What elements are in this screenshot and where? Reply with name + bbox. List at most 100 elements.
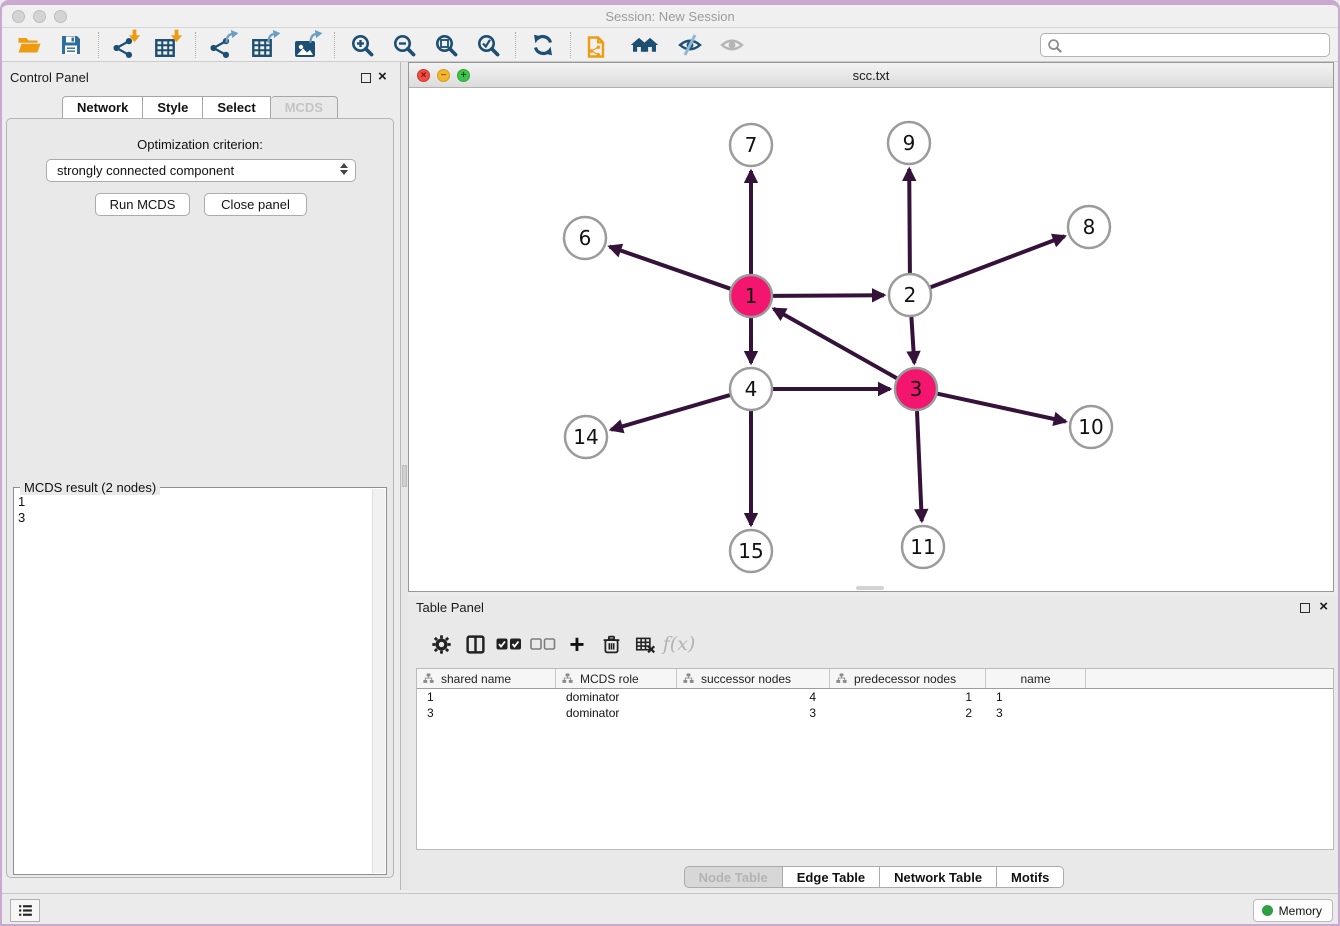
- graph-edge-1-6[interactable]: [610, 247, 731, 289]
- tab-select[interactable]: Select: [203, 96, 270, 119]
- close-panel-icon[interactable]: ×: [378, 68, 387, 86]
- network-window-titlebar[interactable]: × − + scc.txt: [409, 63, 1333, 88]
- graph-node-6[interactable]: 6: [564, 217, 606, 259]
- vertical-splitter[interactable]: [400, 62, 408, 890]
- network-graph[interactable]: 1 2 3 4 6 7 8 9 10 11 14 15: [409, 88, 1333, 591]
- add-column-button[interactable]: +: [560, 629, 594, 659]
- table-cell[interactable]: 2: [830, 706, 986, 720]
- tab-motifs[interactable]: Motifs: [997, 866, 1064, 888]
- home-icon: [641, 36, 659, 54]
- graphics-details-button[interactable]: [675, 31, 705, 59]
- graph-node-14[interactable]: 14: [565, 416, 607, 458]
- graph-node-1[interactable]: 1: [730, 275, 772, 317]
- graph-node-2[interactable]: 2: [889, 274, 931, 316]
- network-canvas[interactable]: 1 2 3 4 6 7 8 9 10 11 14 15: [409, 88, 1333, 591]
- tab-edge-table[interactable]: Edge Table: [783, 866, 880, 888]
- tab-mcds[interactable]: MCDS: [271, 96, 338, 119]
- column-header-shared-name[interactable]: shared name: [417, 669, 556, 688]
- zoom-out-icon: [392, 33, 416, 57]
- network-window-title: scc.txt: [409, 68, 1333, 83]
- mcds-result-line: 1: [18, 494, 370, 510]
- graph-node-4[interactable]: 4: [730, 368, 772, 410]
- column-header-name[interactable]: name: [986, 669, 1086, 688]
- graph-node-3[interactable]: 3: [895, 368, 937, 410]
- graph-edge-1-2[interactable]: [773, 295, 884, 296]
- memory-button[interactable]: Memory: [1253, 899, 1333, 922]
- neighborhood-button[interactable]: [625, 31, 663, 59]
- graph-edge-2-9[interactable]: [909, 169, 910, 273]
- save-floppy-icon: [59, 33, 83, 57]
- horizontal-splitter-grip[interactable]: [856, 586, 884, 590]
- graph-edge-4-14[interactable]: [611, 395, 730, 430]
- table-cell[interactable]: 3: [677, 706, 830, 720]
- open-folder-icon: [17, 33, 41, 57]
- zoom-fit-button[interactable]: [431, 31, 461, 59]
- tab-network-table[interactable]: Network Table: [880, 866, 997, 888]
- delete-column-button[interactable]: [594, 629, 628, 659]
- import-table-button[interactable]: [153, 31, 183, 59]
- column-header-successor-nodes[interactable]: successor nodes: [677, 669, 830, 688]
- zoom-selected-button[interactable]: [473, 31, 503, 59]
- memory-label: Memory: [1279, 904, 1322, 918]
- birdseye-view-button[interactable]: [717, 31, 747, 59]
- table-row[interactable]: 3dominator323: [417, 705, 1333, 721]
- float-panel-icon[interactable]: [361, 73, 371, 83]
- tab-style[interactable]: Style: [143, 96, 203, 119]
- graph-node-9[interactable]: 9: [888, 122, 930, 164]
- table-cell[interactable]: dominator: [556, 690, 677, 704]
- tab-network[interactable]: Network: [62, 96, 143, 119]
- search-field[interactable]: [1040, 33, 1330, 57]
- column-header-predecessor-nodes[interactable]: predecessor nodes: [830, 669, 986, 688]
- task-history-button[interactable]: [10, 899, 40, 922]
- deselect-all-button[interactable]: [526, 629, 560, 659]
- table-cell[interactable]: 3: [417, 706, 556, 720]
- memory-status-dot: [1262, 905, 1273, 916]
- delete-table-button[interactable]: [628, 629, 662, 659]
- table-toolbar: + f(x): [424, 626, 696, 662]
- graph-node-8[interactable]: 8: [1068, 206, 1110, 248]
- float-panel-icon[interactable]: [1300, 603, 1310, 613]
- zoom-in-button[interactable]: [347, 31, 377, 59]
- graph-edge-2-3[interactable]: [911, 317, 914, 363]
- splitter-grip[interactable]: [402, 465, 407, 487]
- zoom-out-button[interactable]: [389, 31, 419, 59]
- table-cell[interactable]: 1: [417, 690, 556, 704]
- search-input[interactable]: [1062, 36, 1329, 54]
- import-network-button[interactable]: [111, 31, 141, 59]
- graph-edge-3-11[interactable]: [917, 411, 922, 521]
- clone-network-button[interactable]: [583, 31, 613, 59]
- tab-node-table[interactable]: Node Table: [684, 866, 783, 888]
- column-header-MCDS-role[interactable]: MCDS role: [556, 669, 677, 688]
- graph-edge-3-1[interactable]: [774, 309, 897, 378]
- checked-boxes-icon: [496, 637, 522, 651]
- close-panel-icon[interactable]: ×: [1319, 598, 1328, 616]
- graph-node-11[interactable]: 11: [902, 526, 944, 568]
- table-cell[interactable]: 1: [830, 690, 986, 704]
- table-row[interactable]: 1dominator411: [417, 689, 1333, 705]
- run-mcds-button[interactable]: Run MCDS: [95, 193, 190, 216]
- mcds-result-box: MCDS result (2 nodes) 13: [13, 487, 387, 875]
- table-settings-button[interactable]: [424, 629, 458, 659]
- table-cell[interactable]: 1: [986, 690, 1086, 704]
- export-network-button[interactable]: [208, 31, 238, 59]
- table-cell[interactable]: 3: [986, 706, 1086, 720]
- graph-node-7[interactable]: 7: [730, 124, 772, 166]
- table-cell[interactable]: dominator: [556, 706, 677, 720]
- save-session-button[interactable]: [56, 31, 86, 59]
- select-all-button[interactable]: [492, 629, 526, 659]
- svg-text:4: 4: [745, 377, 758, 401]
- scrollbar-track[interactable]: [372, 489, 385, 873]
- close-panel-button[interactable]: Close panel: [204, 193, 307, 216]
- graph-edge-3-10[interactable]: [938, 394, 1066, 422]
- export-table-button[interactable]: [250, 31, 280, 59]
- graph-node-15[interactable]: 15: [730, 530, 772, 572]
- open-session-button[interactable]: [14, 31, 44, 59]
- show-columns-button[interactable]: [458, 629, 492, 659]
- table-cell[interactable]: 4: [677, 690, 830, 704]
- graph-edge-2-8[interactable]: [931, 236, 1065, 287]
- export-image-button[interactable]: [292, 31, 322, 59]
- function-builder-button[interactable]: f(x): [662, 629, 696, 659]
- optimization-criterion-select[interactable]: strongly connected component: [46, 159, 356, 182]
- graph-node-10[interactable]: 10: [1070, 406, 1112, 448]
- refresh-layout-button[interactable]: [528, 31, 558, 59]
